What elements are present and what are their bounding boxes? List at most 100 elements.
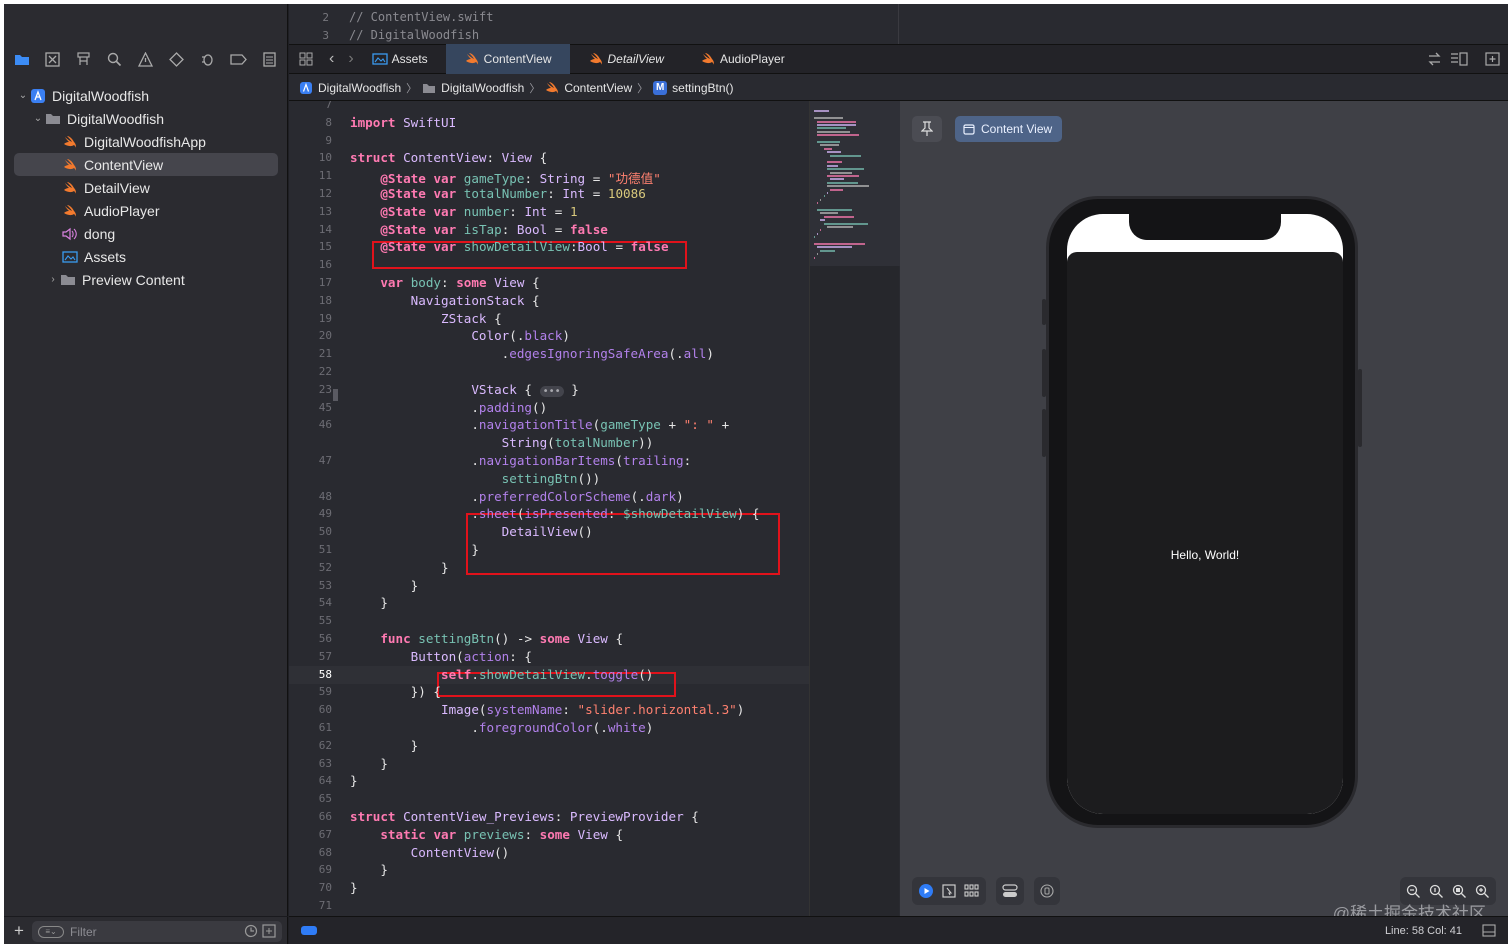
tree-item-group[interactable]: › Preview Content: [4, 268, 288, 291]
inspector-toggle-icon[interactable]: [1482, 924, 1496, 937]
app-view[interactable]: Hello, World!: [1067, 252, 1343, 814]
chevron-down-icon[interactable]: ⌄: [31, 113, 45, 124]
tree-item-file-selected[interactable]: ContentView: [14, 153, 278, 176]
warning-icon[interactable]: [136, 50, 155, 69]
minimap[interactable]: [809, 101, 900, 916]
chevron-right-icon[interactable]: ›: [46, 274, 60, 285]
code-line[interactable]: }: [350, 560, 449, 575]
code-line[interactable]: }: [350, 578, 419, 593]
code-line[interactable]: VStack { ••• }: [350, 382, 579, 397]
code-line[interactable]: func settingBtn() -> some View {: [350, 631, 623, 646]
code-line[interactable]: .preferredColorScheme(.dark): [350, 489, 683, 504]
tree-item-file[interactable]: DetailView: [4, 176, 288, 199]
zoom-out-icon[interactable]: [1406, 884, 1421, 899]
breakpoint-icon[interactable]: [229, 50, 248, 69]
device-settings-icon[interactable]: [1002, 884, 1018, 898]
code-line[interactable]: }: [350, 595, 388, 610]
code-line[interactable]: settingBtn()): [350, 471, 601, 486]
recent-files-icon[interactable]: [244, 924, 258, 938]
code-line[interactable]: static var previews: some View {: [350, 827, 623, 842]
filter-field[interactable]: ≡⌄ Filter: [32, 921, 282, 942]
pin-button[interactable]: [912, 116, 942, 142]
debug-icon[interactable]: [198, 50, 217, 69]
editor-options-icon[interactable]: [1450, 52, 1468, 71]
code-line[interactable]: String(totalNumber)): [350, 435, 654, 450]
code-line[interactable]: .edgesIgnoringSafeArea(.all): [350, 346, 714, 361]
forward-chevron-icon[interactable]: ›: [348, 50, 353, 68]
breadcrumb-file[interactable]: ContentView: [545, 81, 632, 95]
swift-icon: [464, 51, 480, 67]
tree-item-file[interactable]: Assets: [4, 245, 288, 268]
breadcrumb-project[interactable]: DigitalWoodfish: [299, 81, 401, 95]
code-line[interactable]: ZStack {: [350, 311, 502, 326]
zoom-fit-icon[interactable]: [1452, 884, 1467, 899]
chevron-down-icon[interactable]: ⌄: [16, 90, 30, 101]
report-icon[interactable]: [260, 50, 279, 69]
related-items-icon[interactable]: [1427, 52, 1442, 71]
tab-audioplayer[interactable]: AudioPlayer: [682, 44, 803, 74]
variants-icon[interactable]: [964, 884, 980, 898]
search-icon[interactable]: [105, 50, 124, 69]
code-line[interactable]: Image(systemName: "slider.horizontal.3"): [350, 702, 744, 717]
code-line[interactable]: }: [350, 738, 419, 753]
code-line[interactable]: }: [350, 773, 358, 788]
code-line[interactable]: }) {: [350, 684, 441, 699]
test-diamond-icon[interactable]: [167, 50, 186, 69]
code-line[interactable]: struct ContentView: View {: [350, 150, 547, 165]
code-line[interactable]: .padding(): [350, 400, 547, 415]
code-line[interactable]: DetailView(): [350, 524, 593, 539]
tab-detailview[interactable]: DetailView: [570, 44, 682, 74]
tree-item-project[interactable]: ⌄ DigitalWoodfish: [4, 84, 288, 107]
breadcrumb-method[interactable]: M settingBtn(): [653, 80, 734, 95]
tab-bar: ‹ › Assets ContentView DetailView AudioP…: [289, 44, 1508, 74]
code-line[interactable]: .sheet(isPresented: $showDetailView) {: [350, 506, 759, 521]
add-icon[interactable]: +: [14, 921, 24, 941]
device-icon[interactable]: [1040, 884, 1054, 898]
code-line[interactable]: }: [350, 542, 479, 557]
filter-options-icon[interactable]: ≡⌄: [38, 925, 64, 938]
code-line[interactable]: struct ContentView_Previews: PreviewProv…: [350, 809, 699, 824]
fold-indicator[interactable]: [333, 389, 338, 401]
tree-item-group[interactable]: ⌄ DigitalWoodfish: [4, 107, 288, 130]
code-line[interactable]: ContentView(): [350, 845, 510, 860]
code-line[interactable]: @State var showDetailView:Bool = false: [350, 239, 668, 254]
debug-area-toggle[interactable]: [301, 926, 317, 935]
code-line[interactable]: }: [350, 862, 388, 877]
hierarchy-icon[interactable]: [74, 50, 93, 69]
code-line[interactable]: NavigationStack {: [350, 293, 540, 308]
code-line[interactable]: Color(.black): [350, 328, 570, 343]
content-view-button[interactable]: Content View: [955, 116, 1063, 142]
tree-item-file[interactable]: dong: [4, 222, 288, 245]
code-line[interactable]: var body: some View {: [350, 275, 539, 290]
code-line[interactable]: @State var gameType: String = "功德值": [350, 168, 660, 187]
zoom-actual-icon[interactable]: [1429, 884, 1444, 899]
code-line[interactable]: }: [350, 756, 388, 771]
selectable-mode-icon[interactable]: [942, 884, 956, 898]
code-line[interactable]: .foregroundColor(.white): [350, 720, 653, 735]
code-line[interactable]: self.showDetailView.toggle(): [350, 667, 653, 682]
tree-item-file[interactable]: DigitalWoodfishApp: [4, 130, 288, 153]
add-editor-icon[interactable]: [1485, 52, 1500, 71]
tab-contentview[interactable]: ContentView: [445, 44, 570, 74]
tab-assets[interactable]: Assets: [372, 44, 446, 74]
grid-icon[interactable]: [299, 52, 315, 66]
code-line[interactable]: }: [350, 880, 358, 895]
code-line[interactable]: import SwiftUI: [350, 115, 456, 130]
code-line[interactable]: Button(action: {: [350, 649, 532, 664]
tree-item-file[interactable]: AudioPlayer: [4, 199, 288, 222]
code-line[interactable]: @State var isTap: Bool = false: [350, 222, 608, 237]
code-line[interactable]: @State var totalNumber: Int = 10086: [350, 186, 645, 201]
live-preview-icon[interactable]: [918, 883, 934, 899]
swift-icon: [62, 134, 78, 150]
source-editor[interactable]: 7 8 import SwiftUI 9 10 struct ContentView: V…: [289, 101, 809, 916]
code-line[interactable]: .navigationTitle(gameType + ": " +: [350, 417, 729, 432]
source-filter-icon[interactable]: [262, 924, 276, 938]
zoom-in-icon[interactable]: [1475, 884, 1490, 899]
breadcrumb-folder[interactable]: DigitalWoodfish: [422, 81, 524, 95]
back-chevron-icon[interactable]: ‹: [329, 50, 334, 68]
device-screen[interactable]: Hello, World!: [1067, 214, 1343, 814]
code-line[interactable]: @State var number: Int = 1: [350, 204, 577, 219]
code-line[interactable]: .navigationBarItems(trailing:: [350, 453, 691, 468]
source-control-icon[interactable]: [43, 50, 62, 69]
folder-icon[interactable]: [12, 50, 31, 69]
